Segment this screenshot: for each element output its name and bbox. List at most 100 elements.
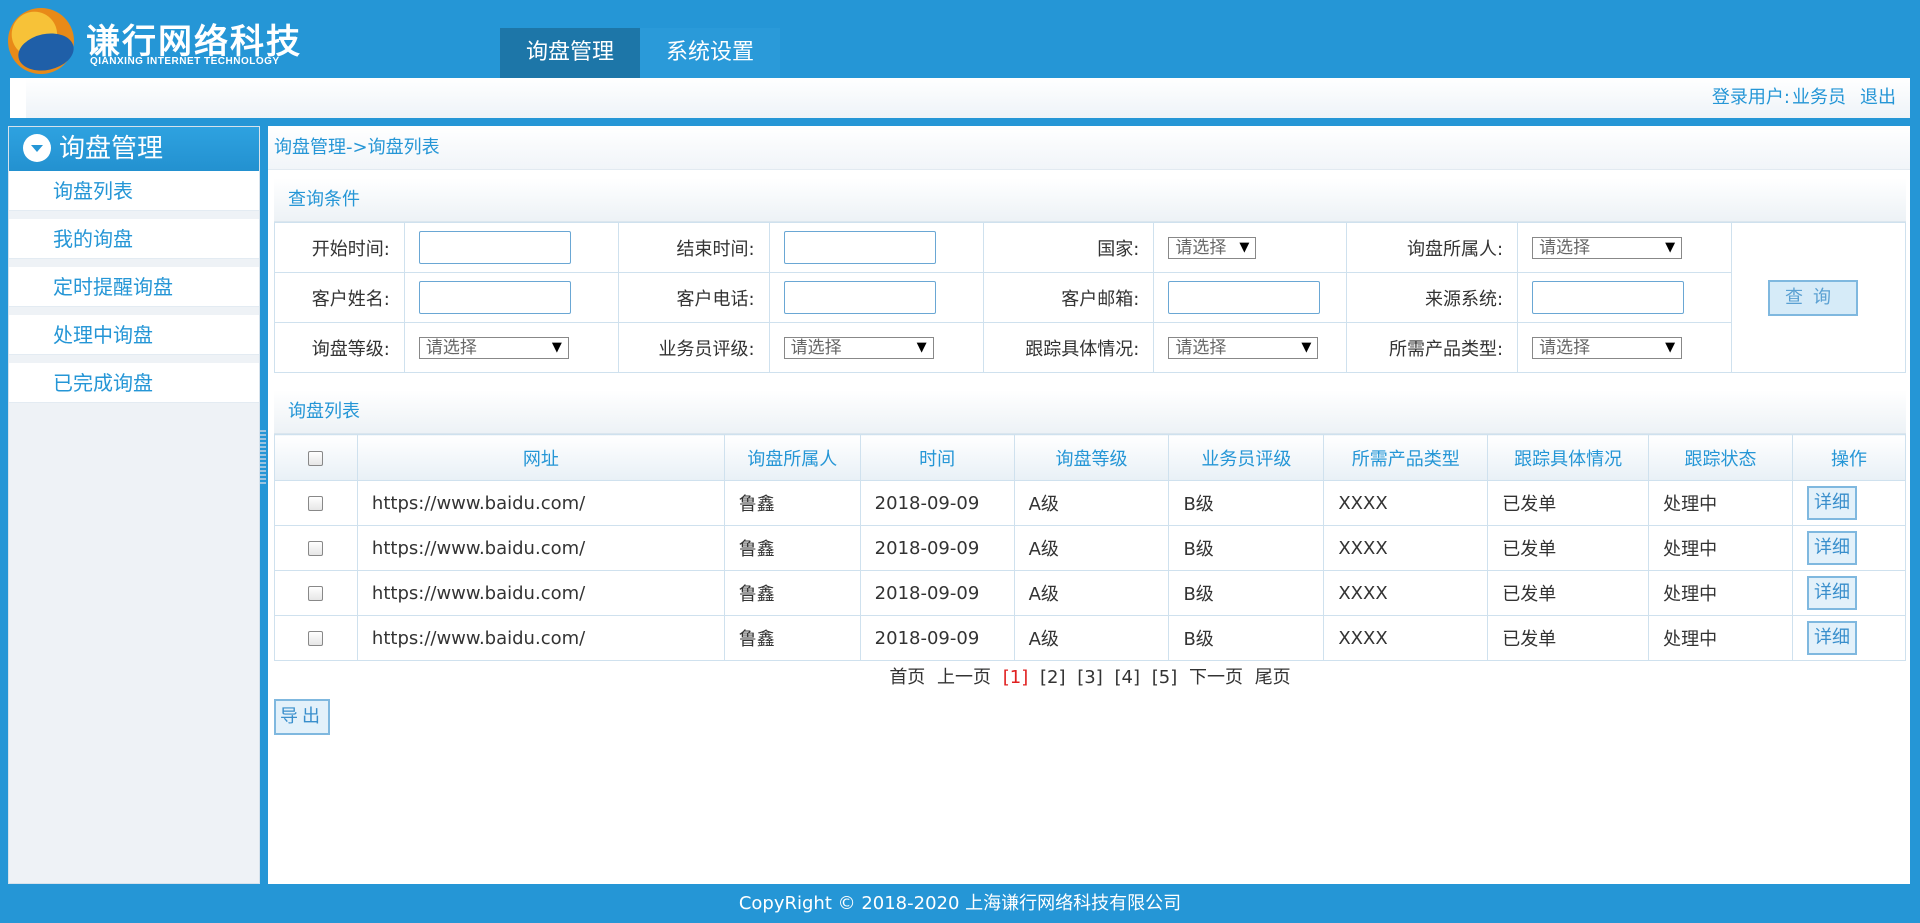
sidebar-item-my-inquiries[interactable]: 我的询盘 — [9, 219, 259, 259]
cell-rating: B级 — [1168, 525, 1325, 571]
customer-phone-input[interactable] — [783, 281, 936, 314]
tab-inquiry-management[interactable]: 询盘管理 — [500, 28, 640, 78]
column-header-tracking-detail[interactable]: 跟踪具体情况 — [1487, 434, 1650, 481]
row-checkbox[interactable] — [308, 541, 324, 556]
cell-status: 处理中 — [1648, 615, 1793, 661]
customer-email-label: 客户邮箱: — [982, 272, 1155, 323]
level-select-value: 请选择 — [425, 337, 477, 358]
detail-button[interactable]: 详细 — [1806, 531, 1857, 565]
dropdown-arrow-icon: ▼ — [1301, 339, 1312, 355]
detail-button[interactable]: 详细 — [1806, 486, 1857, 520]
column-header-tracking-status[interactable]: 跟踪状态 — [1648, 434, 1793, 481]
user-bar: 登录用户: 业务员 退出 — [10, 78, 1910, 118]
logo-mark-icon — [8, 8, 74, 74]
pager-page-3[interactable]: [3] — [1077, 667, 1103, 688]
customer-name-input[interactable] — [418, 281, 571, 314]
sidebar-resize-handle[interactable] — [260, 430, 266, 484]
select-all-checkbox[interactable] — [308, 450, 324, 466]
sales-rating-label: 业务员评级: — [617, 322, 770, 373]
sidebar-item-inquiry-list[interactable]: 询盘列表 — [9, 171, 259, 211]
pager-page-1[interactable]: [1] — [1003, 667, 1029, 688]
pager-next[interactable]: 下一页 — [1189, 667, 1243, 688]
cell-owner: 鲁鑫 — [723, 525, 861, 571]
table-header-row: 网址 询盘所属人 时间 询盘等级 业务员评级 所需产品类型 跟踪具体情况 跟踪状… — [274, 434, 1907, 481]
cell-url: https://www.baidu.com/ — [356, 525, 725, 571]
tab-system-settings[interactable]: 系统设置 — [640, 28, 780, 78]
cell-owner: 鲁鑫 — [723, 480, 861, 526]
customer-phone-label: 客户电话: — [617, 272, 770, 323]
product-type-select[interactable]: 请选择 ▼ — [1532, 336, 1683, 359]
dropdown-arrow-icon: ▼ — [551, 339, 562, 355]
cell-product: XXXX — [1323, 525, 1489, 571]
end-time-input[interactable] — [783, 231, 936, 264]
column-header-time[interactable]: 时间 — [859, 434, 1015, 481]
dropdown-arrow-icon: ▼ — [1239, 239, 1250, 255]
pager-page-2[interactable]: [2] — [1040, 667, 1066, 688]
detail-button[interactable]: 详细 — [1806, 621, 1857, 655]
cell-level: A级 — [1013, 615, 1170, 661]
column-header-actions: 操作 — [1791, 434, 1907, 481]
top-navigation: 询盘管理 系统设置 — [500, 28, 780, 78]
login-username: 业务员 — [1792, 87, 1846, 108]
list-section-title: 询盘列表 — [274, 390, 1906, 434]
sales-rating-select[interactable]: 请选择 ▼ — [783, 336, 934, 359]
sidebar-item-completed[interactable]: 已完成询盘 — [9, 363, 259, 403]
owner-label: 询盘所属人: — [1346, 222, 1519, 273]
pager-last[interactable]: 尾页 — [1255, 667, 1291, 688]
country-select-value: 请选择 — [1175, 237, 1227, 258]
column-header-url[interactable]: 网址 — [356, 434, 725, 481]
dropdown-arrow-icon: ▼ — [916, 339, 927, 355]
sidebar: 询盘管理 询盘列表 我的询盘 定时提醒询盘 处理中询盘 已完成询盘 — [8, 126, 260, 884]
tracking-detail-select[interactable]: 请选择 ▼ — [1168, 336, 1319, 359]
row-checkbox[interactable] — [308, 496, 324, 511]
cell-product: XXXX — [1323, 615, 1489, 661]
row-checkbox[interactable] — [308, 631, 324, 646]
export-button[interactable]: 导出 — [274, 699, 330, 735]
query-section-title: 查询条件 — [274, 178, 1906, 222]
cell-status: 处理中 — [1648, 570, 1793, 616]
cell-date: 2018-09-09 — [859, 525, 1015, 571]
sidebar-item-in-progress[interactable]: 处理中询盘 — [9, 315, 259, 355]
table-row: https://www.baidu.com/ 鲁鑫 2018-09-09 A级 … — [274, 525, 1907, 571]
logout-link[interactable]: 退出 — [1860, 87, 1896, 108]
column-header-level[interactable]: 询盘等级 — [1013, 434, 1170, 481]
main-content: 询盘管理->询盘列表 查询条件 开始时间: 结束时间: 国家: 请选择 ▼ 询盘所… — [268, 126, 1910, 884]
app-header: 谦行网络科技 QIANXING INTERNET TECHNOLOGY 询盘管理… — [0, 0, 1920, 78]
tracking-detail-label: 跟踪具体情况: — [982, 322, 1155, 373]
owner-select-value: 请选择 — [1539, 237, 1591, 258]
cell-date: 2018-09-09 — [859, 570, 1015, 616]
column-header-owner[interactable]: 询盘所属人 — [723, 434, 861, 481]
cell-url: https://www.baidu.com/ — [356, 480, 725, 526]
row-checkbox[interactable] — [308, 586, 324, 601]
tracking-detail-select-value: 请选择 — [1175, 337, 1227, 358]
pagination: 首页 上一页 [1] [2] [3] [4] [5] 下一页 尾页 — [274, 663, 1906, 693]
owner-select[interactable]: 请选择 ▼ — [1532, 236, 1683, 259]
pager-page-5[interactable]: [5] — [1152, 667, 1178, 688]
query-section: 查询条件 开始时间: 结束时间: 国家: 请选择 ▼ 询盘所属人: 请选择 ▼ 查询 — [274, 178, 1906, 373]
sidebar-header[interactable]: 询盘管理 — [9, 127, 259, 171]
cell-product: XXXX — [1323, 570, 1489, 616]
logo-subtitle: QIANXING INTERNET TECHNOLOGY — [90, 56, 280, 67]
cell-url: https://www.baidu.com/ — [356, 615, 725, 661]
country-select[interactable]: 请选择 ▼ — [1168, 236, 1257, 259]
detail-button[interactable]: 详细 — [1806, 576, 1857, 610]
cell-tracking: 已发单 — [1487, 615, 1650, 661]
customer-email-input[interactable] — [1168, 281, 1321, 314]
pager-page-4[interactable]: [4] — [1114, 667, 1140, 688]
query-button[interactable]: 查询 — [1768, 279, 1858, 316]
cell-tracking: 已发单 — [1487, 525, 1650, 571]
sidebar-item-scheduled-reminders[interactable]: 定时提醒询盘 — [9, 267, 259, 307]
cell-date: 2018-09-09 — [859, 480, 1015, 526]
level-select[interactable]: 请选择 ▼ — [418, 336, 569, 359]
start-time-input[interactable] — [418, 231, 571, 264]
pager-prev[interactable]: 上一页 — [937, 667, 991, 688]
dropdown-arrow-icon: ▼ — [1665, 239, 1676, 255]
product-type-label: 所需产品类型: — [1346, 322, 1519, 373]
source-system-input[interactable] — [1532, 281, 1685, 314]
country-label: 国家: — [982, 222, 1155, 273]
table-row: https://www.baidu.com/ 鲁鑫 2018-09-09 A级 … — [274, 570, 1907, 616]
column-header-sales-rating[interactable]: 业务员评级 — [1168, 434, 1325, 481]
column-header-product-type[interactable]: 所需产品类型 — [1323, 434, 1489, 481]
pager-first[interactable]: 首页 — [889, 667, 925, 688]
company-logo[interactable]: 谦行网络科技 QIANXING INTERNET TECHNOLOGY — [8, 8, 328, 76]
